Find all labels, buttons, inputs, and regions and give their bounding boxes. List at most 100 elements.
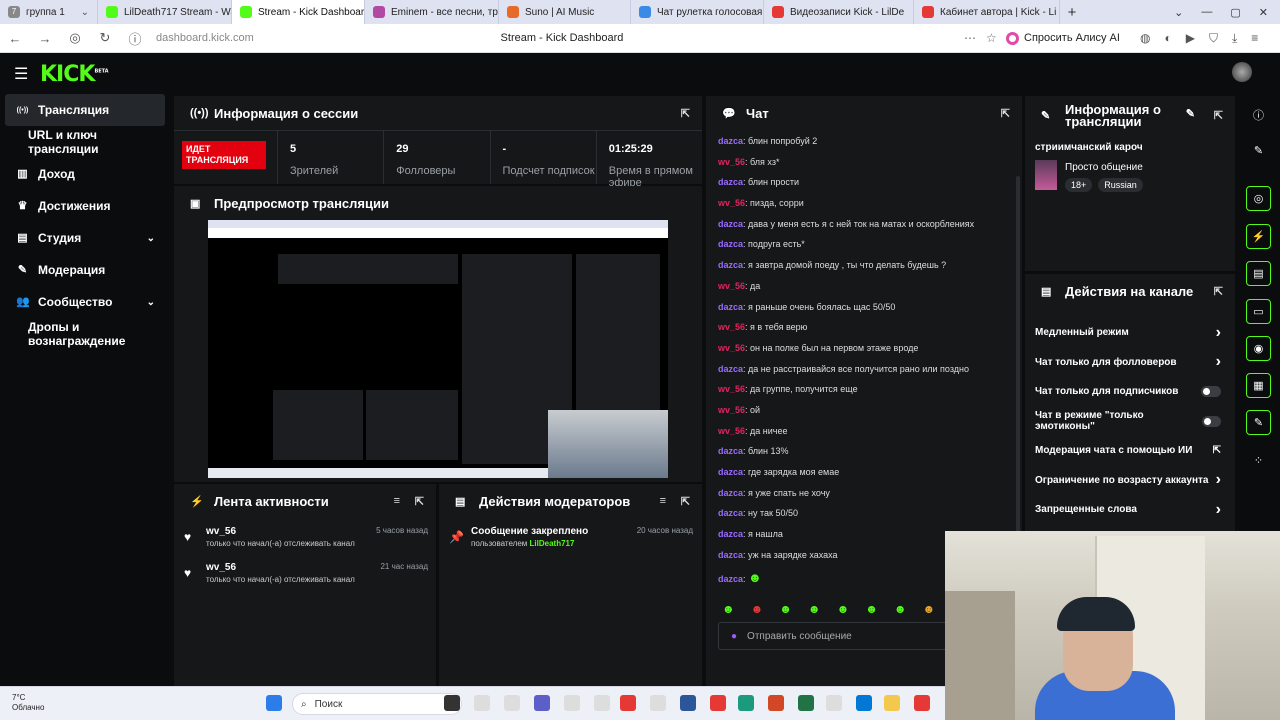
chat-username[interactable]: wv_56 (718, 384, 745, 394)
target-icon[interactable]: ◎ (1246, 186, 1271, 211)
popout-icon[interactable]: ⇱ (681, 107, 690, 120)
stream-preview-video[interactable] (208, 220, 668, 478)
chat-username[interactable]: dazca (718, 467, 743, 477)
chat-username[interactable]: dazca (718, 488, 743, 498)
powerpoint-icon[interactable] (768, 695, 784, 711)
filter-icon[interactable]: ≡ (660, 495, 666, 507)
browser-tab[interactable]: Eminem - все песни, трек (365, 0, 499, 24)
browser-tab[interactable]: Suno | AI Music (499, 0, 631, 24)
browser-tab[interactable]: LilDeath717 Stream - Wat (98, 0, 232, 24)
pencil-icon[interactable]: ✎ (1246, 138, 1271, 163)
close-icon[interactable]: ✕ (1259, 6, 1268, 19)
explorer-icon[interactable] (884, 695, 900, 711)
sidebar-item[interactable]: ▤ Студия ⌄ (0, 222, 170, 254)
popout-icon[interactable]: ⇱ (1214, 110, 1223, 122)
mic-icon[interactable]: ● (731, 631, 737, 642)
word-icon[interactable] (680, 695, 696, 711)
start-icon[interactable] (266, 695, 282, 711)
chevron-down-icon[interactable]: ⌄ (147, 297, 155, 308)
taskview-icon[interactable] (444, 695, 460, 711)
back-icon[interactable]: ← (0, 31, 30, 46)
popout-icon[interactable]: ⇱ (1001, 107, 1010, 120)
app-icon[interactable] (710, 695, 726, 711)
globe-icon[interactable]: ◍ (1140, 31, 1150, 46)
popout-icon[interactable]: ⇱ (1214, 285, 1223, 298)
app-icon[interactable] (826, 695, 842, 711)
broadcast-icon[interactable]: ◉ (1246, 336, 1271, 361)
toggle-switch[interactable] (1201, 386, 1221, 398)
edit-icon[interactable]: ✎ (1186, 108, 1195, 120)
chevron-right-icon[interactable]: › (1216, 471, 1221, 489)
external-link-icon[interactable]: ⇱ (1213, 445, 1221, 456)
app-icon[interactable] (594, 695, 610, 711)
chat-username[interactable]: dazca (718, 508, 743, 518)
url-field[interactable]: dashboard.kick.com (156, 32, 254, 44)
filter-icon[interactable]: ≡ (394, 495, 400, 507)
app-icon[interactable] (650, 695, 666, 711)
chat-username[interactable]: dazca (718, 529, 743, 539)
chat-username[interactable]: dazca (718, 239, 743, 249)
chat-username[interactable]: wv_56 (718, 343, 745, 353)
emote-icon[interactable]: ☻ (779, 602, 792, 616)
forward-icon[interactable]: → (30, 31, 60, 46)
chat-username[interactable]: wv_56 (718, 198, 745, 208)
sidebar-item[interactable]: ((•)) Трансляция (5, 94, 165, 126)
chat-username[interactable]: dazca (718, 364, 743, 374)
weather-widget[interactable]: 7°C Облачно (12, 693, 44, 713)
sidebar-item[interactable]: Дропы и вознаграждение (0, 318, 170, 350)
download-icon[interactable]: ⤓ (1232, 31, 1237, 46)
sidebar-item[interactable]: 👥 Сообщество ⌄ (0, 286, 170, 318)
channel-action-item[interactable]: Ограничение по возрасту аккаунта › (1025, 466, 1235, 496)
emote-icon[interactable]: ☻ (922, 602, 935, 616)
maximize-icon[interactable]: ▢ (1230, 6, 1240, 19)
minimize-icon[interactable]: — (1201, 6, 1212, 19)
teams-icon[interactable] (534, 695, 550, 711)
chat-username[interactable]: dazca (718, 446, 743, 456)
kick-logo[interactable]: KICKBETA (40, 62, 109, 87)
hamburger-icon[interactable]: ☰ (14, 64, 28, 84)
more-icon[interactable]: ⋯ (964, 31, 976, 45)
browser-tab[interactable]: Чат рулетка голосовая — (631, 0, 764, 24)
emote-icon[interactable]: ☻ (865, 602, 878, 616)
popout-icon[interactable]: ⇱ (415, 495, 424, 508)
mod-action-user[interactable]: LilDeath717 (530, 539, 575, 548)
channel-action-item[interactable]: Запрещенные слова › (1025, 495, 1235, 525)
clipboard-icon[interactable]: ▤ (1246, 261, 1271, 286)
yandex-icon[interactable] (620, 695, 636, 711)
chat-username[interactable]: wv_56 (718, 157, 745, 167)
emote-icon[interactable]: ☻ (722, 602, 735, 616)
browser-tab[interactable]: 7 группа 1 ⌄ (0, 0, 98, 24)
bookmark-icon[interactable]: ☆ (986, 31, 997, 45)
menu-icon[interactable]: ≡ (1251, 31, 1258, 46)
media-icon[interactable]: ▶ (1186, 31, 1195, 46)
channel-action-item[interactable]: Чат только для фолловеров › (1025, 348, 1235, 378)
chat-icon[interactable]: ▭ (1246, 299, 1271, 324)
chat-username[interactable]: dazca (718, 136, 743, 146)
app-icon[interactable] (504, 695, 520, 711)
layout-icon[interactable]: ▦ (1246, 373, 1271, 398)
wrench-icon[interactable]: ✎ (1246, 410, 1271, 435)
chevron-right-icon[interactable]: › (1216, 324, 1221, 342)
channel-action-item[interactable]: Чат только для подписчиков (1025, 377, 1235, 407)
popout-icon[interactable]: ⇱ (681, 495, 690, 508)
channel-action-item[interactable]: Чат в режиме "только эмотиконы" (1025, 407, 1235, 437)
more-icon[interactable]: ⁘ (1246, 448, 1271, 473)
channel-action-item[interactable]: Модерация чата с помощью ИИ ⇱ (1025, 436, 1235, 466)
chat-input[interactable]: ● Отправить сообщение (718, 622, 948, 650)
sidebar-item[interactable]: ✎ Модерация (0, 254, 170, 286)
browser-tab[interactable]: Видеозаписи Kick - LilDe (764, 0, 914, 24)
chevron-right-icon[interactable]: › (1216, 501, 1221, 519)
ask-alice-button[interactable]: Спросить Алису AI (1006, 31, 1120, 45)
emote-icon[interactable]: ☻ (808, 602, 821, 616)
channel-action-item[interactable]: Медленный режим › (1025, 318, 1235, 348)
chat-username[interactable]: wv_56 (718, 426, 745, 436)
info-icon[interactable]: ⓘ (1246, 102, 1271, 127)
yandex-browser-icon[interactable] (914, 695, 930, 711)
new-tab-button[interactable]: + (1060, 0, 1084, 24)
chat-username[interactable]: dazca (718, 177, 743, 187)
sidebar-item[interactable]: ♛ Достижения (0, 190, 170, 222)
browser-tab[interactable]: Stream - Kick Dashboar× (232, 0, 365, 24)
app-icon[interactable] (856, 695, 872, 711)
protect-icon[interactable]: ◎ (60, 30, 90, 46)
shield-icon[interactable]: ⛉ (1209, 31, 1218, 46)
